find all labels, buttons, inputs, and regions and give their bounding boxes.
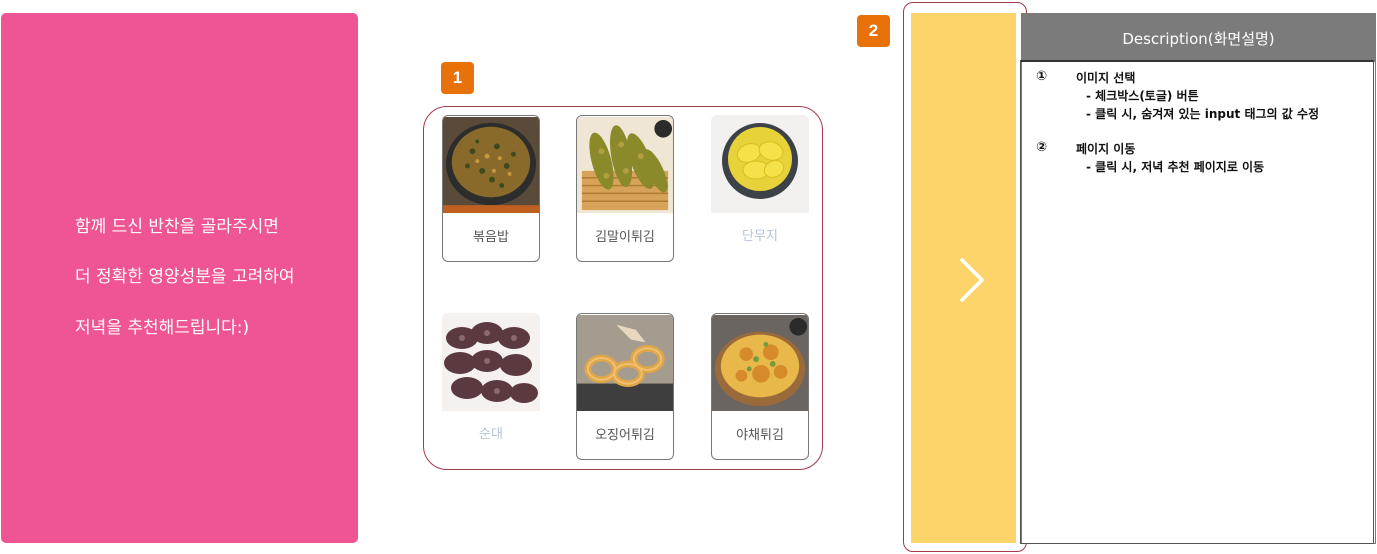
gimmari-image (577, 117, 673, 213)
food-label: 야채튀김 (736, 428, 784, 443)
food-card-squid-fry[interactable]: 오징어튀김 (576, 313, 674, 460)
food-label: 단무지 (742, 229, 778, 244)
food-card-fried-rice[interactable]: 볶음밥 (442, 115, 540, 262)
food-card-vegetable-fry[interactable]: 야채튀김 (711, 313, 809, 460)
food-label: 김말이튀김 (595, 230, 655, 245)
description-number: ① (1036, 69, 1048, 84)
intro-line-3: 저녁을 추천해드립니다:) (75, 318, 250, 338)
fried-rice-image (443, 117, 539, 213)
danmuji-image (711, 115, 809, 213)
squid-fry-image (577, 315, 673, 411)
annotation-badge-1: 1 (441, 62, 474, 94)
description-title: 이미지 선택 (1076, 71, 1136, 85)
description-title: 페이지 이동 (1076, 142, 1136, 156)
food-card-gimmari[interactable]: 김말이튀김 (576, 115, 674, 262)
intro-line-1: 함께 드신 반찬을 골라주시면 (75, 217, 279, 237)
food-label: 오징어튀김 (595, 428, 655, 443)
food-card-danmuji[interactable]: 단무지 (711, 115, 809, 262)
vegetable-fry-image (712, 315, 808, 411)
food-label: 순대 (479, 427, 503, 442)
sundae-image (442, 313, 540, 411)
food-label: 볶음밥 (473, 230, 509, 245)
description-header: Description(화면설명) (1022, 14, 1375, 62)
description-line: - 체크박스(토글) 버튼 (1086, 89, 1199, 103)
intro-line-2: 더 정확한 영양성분을 고려하여 (75, 267, 295, 287)
chevron-right-icon[interactable] (952, 257, 992, 303)
food-card-sundae[interactable]: 순대 (442, 313, 540, 460)
description-body (1020, 60, 1374, 544)
description-number: ② (1036, 140, 1048, 155)
description-line: - 클릭 시, 저녁 추천 페이지로 이동 (1086, 160, 1265, 174)
annotation-badge-2: 2 (857, 15, 890, 47)
description-line: - 클릭 시, 숨겨져 있는 input 태그의 값 수정 (1086, 107, 1320, 121)
